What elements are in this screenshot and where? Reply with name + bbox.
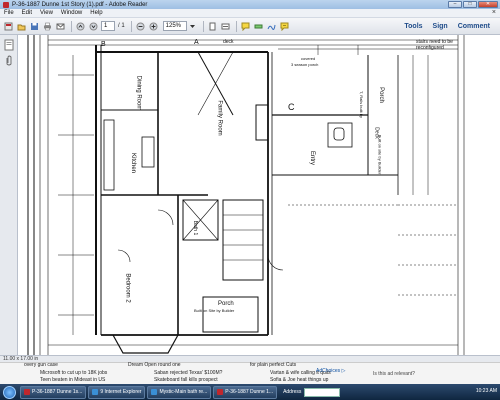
stairs-note-line2: reconfigured [416,45,444,51]
menu-file[interactable]: File [4,10,14,16]
open-folder-icon[interactable] [16,21,27,32]
share-icon[interactable] [279,21,290,32]
start-button[interactable] [3,385,16,399]
email-icon[interactable] [55,21,66,32]
background-browser-page: overy gun case Dream Open round one for … [0,362,500,384]
task-pane-links: Tools Sign Comment [404,18,500,35]
taskbar-item[interactable]: 9 Internet Explorer [88,385,146,399]
taskbar-item-label: P-36-1887 Dunne 1... [225,389,274,395]
bedroom-label: Bedroom 2 [124,273,131,303]
fit-width-icon[interactable] [220,21,231,32]
create-pdf-icon[interactable] [3,21,14,32]
taskbar-item-label: P-36-1887 Dunne 1s... [32,389,83,395]
internet-explorer-icon [151,389,158,395]
page-number-input[interactable]: 1 [101,21,115,31]
windows-taskbar: P-36-1887 Dunne 1s... 9 Internet Explore… [0,384,500,400]
close-button[interactable]: ✕ [478,1,498,8]
status-bar: 11.00 x 17.00 in [0,355,500,362]
title-bar: P-36-1887 Dunne 1st Story (1).pdf - Adob… [0,0,500,9]
menu-edit[interactable]: Edit [22,10,32,16]
taskbar-item-label: Mystic-Main bath re... [159,389,208,395]
page-thumbnails-icon[interactable] [3,39,15,51]
built-on-site-note: Built on site by Builder [377,134,383,175]
system-clock[interactable]: 10:23 AM [476,388,497,394]
window-controls: – □ ✕ [448,1,498,8]
address-label: Address [283,389,302,395]
toolbar-separator [235,20,237,32]
news-link[interactable]: Skateboard fall kills prospect [154,377,218,383]
next-page-icon[interactable] [88,21,99,32]
sign-link[interactable]: Sign [433,23,448,30]
porch-bottom-note: Built on Site by Builder [194,308,235,313]
dining-room-label: Dining Room [135,75,142,111]
adobe-reader-icon [3,1,9,8]
save-icon[interactable] [29,21,40,32]
navigation-pane [0,35,18,355]
comment-link[interactable]: Comment [458,23,490,30]
bath-label: Bath 1 [192,220,199,236]
chevron-down-icon[interactable] [187,21,198,32]
previous-page-icon[interactable] [75,21,86,32]
kitchen-label: Kitchen [130,152,137,174]
porch-built-note: T, Rails built by [358,91,364,118]
menu-bar: File Edit View Window Help × [0,9,500,18]
headline-clip[interactable]: Dream Open round one [128,362,181,368]
floor-plan-drawing [27,35,465,355]
comment-icon[interactable] [240,21,251,32]
fit-page-icon[interactable] [207,21,218,32]
menu-view[interactable]: View [40,10,53,16]
internet-explorer-icon [92,389,99,395]
taskbar-item-label: 9 Internet Explorer [100,389,142,395]
covered-label: covered [301,56,316,61]
porch-right-label: Porch [377,87,384,103]
attachments-icon[interactable] [3,55,15,67]
close-document-icon[interactable]: × [492,9,496,16]
maximize-button[interactable]: □ [463,1,477,8]
section-marker-b: B [101,41,106,48]
menu-help[interactable]: Help [90,10,102,16]
ad-choices-link[interactable]: AdChoices ▷ [316,368,345,374]
taskbar-item[interactable]: Mystic-Main bath re... [147,385,212,399]
print-icon[interactable] [42,21,53,32]
zoom-level-select[interactable]: 125% [162,21,187,31]
tools-link[interactable]: Tools [404,23,422,30]
address-input[interactable] [304,387,341,397]
news-link[interactable]: Saban rejected Texas' $100M? [154,370,222,376]
toolbar-separator [202,20,204,32]
taskbar-item[interactable]: P-36-1887 Dunne 1s... [20,385,87,399]
toolbar-separator [71,20,72,32]
minimize-button[interactable]: – [448,1,462,8]
headline-clip[interactable]: for plain perfect Cuts [250,362,296,368]
section-marker-a: A [194,39,199,46]
document-viewport[interactable]: B A C deck stairs need to be reconfigure… [18,35,500,355]
zoom-out-icon[interactable] [135,21,146,32]
menu-window[interactable]: Window [61,10,82,16]
zoom-in-icon[interactable] [148,21,159,32]
highlight-icon[interactable] [253,21,264,32]
section-marker-c: C [288,102,295,112]
news-link[interactable]: Microsoft to cut up to 18K jobs [40,370,107,376]
page-total: / 1 [118,23,125,29]
toolbar-separator [130,20,132,32]
adobe-reader-icon [217,389,224,395]
season-porch-label: 3 season porch [291,62,319,67]
sign-icon[interactable] [266,21,277,32]
deck-top-label: deck [223,39,234,45]
toolbar: 1 / 1 125% Tools Sign Comment [0,18,500,35]
adobe-reader-icon [24,389,30,395]
family-room-label: Family Room [216,100,223,136]
porch-bottom-label: Porch [218,301,234,307]
headline-clip[interactable]: overy gun case [24,362,58,368]
entry-label: Entry [309,150,316,166]
taskbar-item[interactable]: P-36-1887 Dunne 1... [213,385,278,399]
ad-feedback-label[interactable]: Is this ad relevant? [373,371,415,377]
news-link[interactable]: Sofia & Joe heat things up [270,377,328,383]
window-title: P-36-1887 Dunne 1st Story (1).pdf - Adob… [12,1,148,8]
news-link[interactable]: Teen beaten in Mideast in US [40,377,105,383]
